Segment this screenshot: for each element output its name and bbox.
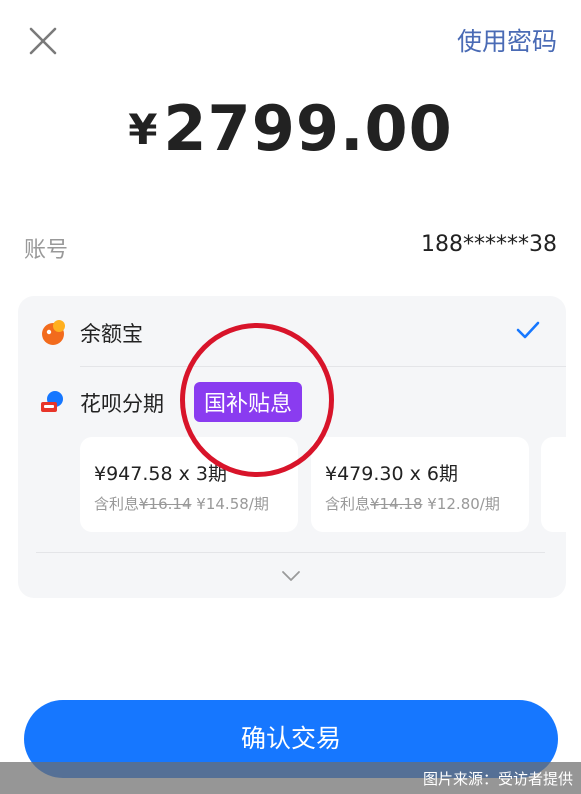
new-interest: ¥12.80/期: [427, 495, 500, 513]
plan-title: ¥947.58 x 3期: [94, 463, 227, 485]
payment-amount: ¥2799.00: [0, 92, 581, 165]
huabei-icon: [40, 390, 66, 414]
plan-title: ¥479.30 x 6期: [325, 463, 458, 485]
installment-plan-partial[interactable]: [541, 437, 581, 532]
divider: [36, 552, 545, 553]
yuebao-label: 余额宝: [80, 322, 143, 346]
interest-prefix: 含利息: [325, 495, 371, 513]
account-label: 账号: [24, 238, 69, 263]
chevron-down-icon[interactable]: [281, 568, 301, 582]
plan-interest: 含利息¥14.18 ¥12.80/期: [325, 493, 500, 514]
interest-prefix: 含利息: [94, 495, 140, 513]
huabei-label: 花呗分期: [80, 392, 164, 416]
payment-option-huabei[interactable]: 花呗分期 国补贴息: [18, 380, 566, 424]
subsidy-badge: 国补贴息: [194, 382, 303, 422]
old-interest: ¥16.14: [139, 495, 192, 513]
divider: [80, 366, 566, 367]
currency-symbol: ¥: [128, 105, 158, 154]
yuebao-icon: [40, 318, 68, 346]
amount-value: 2799.00: [163, 92, 453, 165]
use-password-link[interactable]: 使用密码: [457, 22, 557, 58]
close-icon[interactable]: [26, 24, 60, 58]
image-credit: 图片来源：受访者提供: [422, 770, 573, 788]
old-interest: ¥14.18: [370, 495, 423, 513]
image-credit-bar: 图片来源：受访者提供: [0, 762, 581, 794]
new-interest: ¥14.58/期: [196, 495, 269, 513]
check-icon: [516, 320, 540, 340]
payment-option-yuebao[interactable]: 余额宝: [18, 296, 566, 366]
installment-plan-6[interactable]: ¥479.30 x 6期 含利息¥14.18 ¥12.80/期: [311, 437, 529, 532]
account-value: 188******38: [421, 232, 557, 257]
installment-plan-3[interactable]: ¥947.58 x 3期 含利息¥16.14 ¥14.58/期: [80, 437, 298, 532]
plan-interest: 含利息¥16.14 ¥14.58/期: [94, 493, 269, 514]
